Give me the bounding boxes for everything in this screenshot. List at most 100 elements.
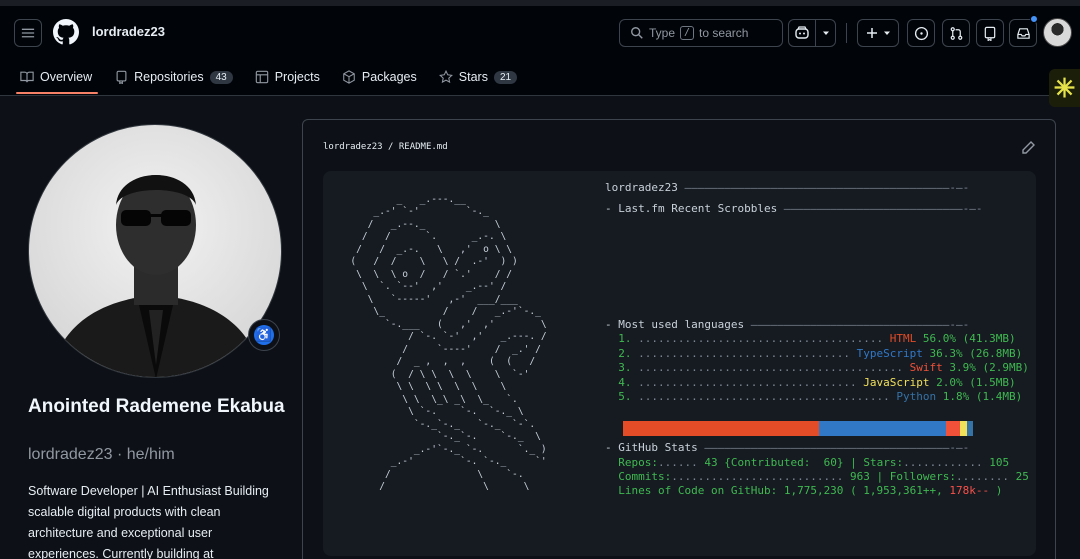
language-rank: 1.	[618, 332, 632, 345]
user-avatar[interactable]	[1043, 18, 1072, 47]
table-icon	[255, 70, 269, 84]
readme-path[interactable]: lordradez23 / README.md	[323, 142, 448, 152]
triangle-down-icon	[822, 31, 829, 35]
repositories-button[interactable]	[976, 19, 1004, 47]
dots: ......	[658, 456, 698, 469]
search-shortcut-key: /	[680, 26, 695, 40]
repo-icon	[984, 26, 996, 41]
search-input[interactable]: Type / to search	[619, 19, 783, 47]
tab-packages[interactable]: Packages	[342, 62, 417, 92]
pencil-icon[interactable]	[1020, 140, 1036, 156]
repos-label: Repos:	[618, 456, 658, 469]
side-widget-button[interactable]: ✳	[1049, 69, 1080, 107]
language-name: HTML	[889, 332, 917, 345]
accessibility-icon: ♿	[254, 325, 274, 345]
followers-label: Followers:	[889, 470, 957, 483]
language-name: TypeScript	[856, 346, 923, 360]
loc-end: )	[995, 484, 1003, 497]
language-bar-segment	[966, 421, 973, 436]
readme-title: lordradez23	[605, 181, 678, 194]
stats-line-2: Commits:.......................... 963 |…	[605, 470, 1029, 484]
language-row: 5. .....................................…	[605, 390, 1022, 404]
language-rank: 4.	[618, 375, 632, 389]
lastfm-heading: - Last.fm Recent Scrobbles	[605, 202, 778, 215]
stats-line-3: Lines of Code on GitHub: 1,775,230 ( 1,9…	[605, 484, 1002, 498]
star-icon	[438, 70, 453, 84]
language-row: 1. .....................................…	[605, 332, 1019, 346]
language-percent: 36.3%	[929, 346, 963, 360]
repo-icon	[114, 70, 128, 84]
repos-value: 43	[704, 456, 718, 469]
language-percent: 56.0%	[922, 332, 957, 345]
rule: ————————————————————————————————————————…	[677, 181, 970, 194]
pull-requests-button[interactable]	[942, 19, 970, 47]
profile-tabs: Overview Repositories 43 Projects Packag…	[15, 62, 539, 94]
language-size: (41.3MB)	[962, 332, 1016, 345]
language-bar-segment	[819, 421, 947, 436]
tab-label: Repositories	[134, 70, 204, 84]
search-placeholder-prefix: Type	[649, 26, 676, 40]
rule: ——————————————————————————————-—-	[744, 318, 970, 331]
stats-heading: - GitHub Stats	[605, 441, 698, 454]
notification-dot	[1030, 15, 1038, 23]
contributed-label: {Contributed:	[724, 456, 811, 469]
language-row: 3. .....................................…	[605, 361, 1029, 375]
readme-card: lordradez23 / README.md _ _.---.__ _.-' …	[302, 119, 1056, 559]
languages-heading-line: - Most used languages ——————————————————…	[605, 318, 969, 332]
stars-label: Stars:	[863, 456, 904, 469]
language-percent: 2.0%	[936, 375, 963, 389]
window-strip	[0, 0, 1080, 6]
header-username[interactable]: lordradez23	[92, 24, 165, 39]
readme-title-line: lordradez23 ————————————————————————————…	[605, 181, 969, 195]
menu-button[interactable]	[14, 19, 42, 47]
readme-terminal: _ _.---.__ _.-' `-' `-._ / _.--._ \ / / …	[323, 171, 1036, 556]
tab-label: Projects	[274, 70, 320, 84]
stars-value: 105	[989, 456, 1010, 469]
notifications-button[interactable]	[1009, 19, 1037, 47]
dots: ............	[903, 456, 983, 469]
copilot-icon	[795, 26, 809, 39]
ascii-art: _ _.---.__ _.-' `-' `-._ / _.--._ \ / / …	[350, 193, 547, 493]
tab-repositories[interactable]: Repositories 43	[114, 62, 233, 92]
status-badge[interactable]: ♿	[248, 319, 280, 351]
rule: ———————————————————————————-—-	[777, 202, 983, 215]
tab-label: Stars	[458, 70, 488, 84]
tab-stars[interactable]: Stars 21	[438, 62, 518, 92]
issue-opened-icon	[914, 26, 928, 40]
pipe: |	[850, 456, 857, 469]
copilot-dropdown-button[interactable]	[815, 19, 836, 47]
package-icon	[342, 70, 356, 84]
tab-overview[interactable]: Overview	[15, 62, 99, 94]
stats-line-1: Repos:...... 43 {Contributed: 60} | Star…	[605, 456, 1009, 470]
book-icon	[20, 70, 34, 84]
stars-count: 21	[493, 70, 518, 84]
copilot-button[interactable]	[788, 19, 816, 47]
profile-avatar[interactable]	[28, 124, 282, 378]
languages-bar	[623, 421, 973, 436]
language-row: 2. ................................ Type…	[605, 346, 1023, 361]
language-row: 4. ................................. Jav…	[605, 376, 1019, 390]
git-pull-request-icon	[950, 26, 962, 40]
language-bar-segment	[946, 421, 960, 436]
tab-projects[interactable]: Projects	[255, 62, 320, 92]
tab-label: Packages	[361, 70, 417, 84]
language-bar-segment	[959, 421, 967, 436]
commits-value: 963	[850, 470, 870, 483]
languages-heading: - Most used languages	[605, 318, 745, 331]
create-new-button[interactable]	[857, 19, 899, 47]
dots: ................................	[631, 346, 857, 360]
language-name: Swift	[909, 361, 943, 374]
dots: .................................	[631, 375, 864, 389]
language-percent: 1.8%	[942, 390, 970, 403]
language-size: (26.8MB)	[969, 346, 1023, 360]
rule: —————————————————————————————————————-—-	[697, 441, 970, 454]
contributed-value: 60}	[823, 456, 844, 469]
loc-label: Lines of Code on GitHub:	[618, 484, 778, 497]
issues-button[interactable]	[907, 19, 935, 47]
stats-heading-line: - GitHub Stats —————————————————————————…	[605, 441, 969, 455]
profile-bio: Software Developer | AI Enthusiast Build…	[28, 484, 269, 559]
language-rank: 5.	[618, 390, 632, 403]
language-bar-segment	[623, 421, 819, 436]
github-logo-icon[interactable]	[53, 19, 79, 45]
followers-value: 25	[1015, 470, 1029, 483]
